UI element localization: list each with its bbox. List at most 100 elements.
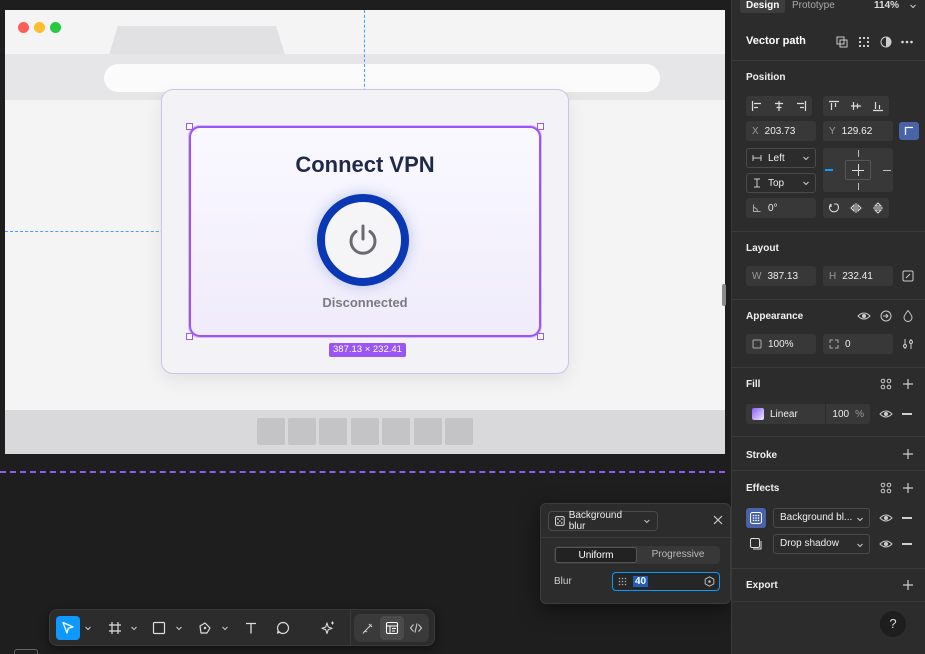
chevron-down-icon[interactable]: [221, 624, 229, 632]
height-input[interactable]: H 232.41: [823, 266, 893, 286]
drop-tint-icon[interactable]: [901, 309, 915, 323]
fill-opacity-value[interactable]: 100: [832, 409, 849, 420]
close-popup-button[interactable]: [711, 513, 725, 527]
chevron-down-icon[interactable]: [175, 624, 183, 632]
variable-hexagon-icon[interactable]: [704, 576, 715, 587]
selected-vector-path[interactable]: Connect VPN Disconnected: [189, 126, 541, 337]
blur-value-input[interactable]: 40: [612, 572, 720, 591]
add-plus-icon[interactable]: [901, 578, 915, 592]
style-grid-icon[interactable]: [879, 377, 893, 391]
align-right-button[interactable]: [790, 96, 812, 116]
blur-mode-segmented-control[interactable]: Uniform Progressive: [554, 546, 720, 564]
effect-name: Drop shadow: [780, 538, 839, 549]
frame-tool-button[interactable]: [103, 616, 127, 640]
position-section-title: Position: [746, 72, 786, 83]
constraint-bottom-line[interactable]: [858, 183, 859, 190]
draw-mode-button[interactable]: [356, 616, 380, 640]
chevron-down-icon[interactable]: [130, 624, 138, 632]
zoom-level[interactable]: 114%: [874, 0, 899, 13]
actions-ai-button[interactable]: [316, 616, 340, 640]
effect-type-select[interactable]: Background blur: [548, 510, 658, 532]
add-plus-icon[interactable]: [901, 481, 915, 495]
visibility-eye-icon[interactable]: [879, 407, 893, 421]
align-middle-button[interactable]: [845, 96, 867, 116]
mask-half-circle-icon[interactable]: [879, 35, 893, 49]
align-bottom-button[interactable]: [867, 96, 889, 116]
design-mode-button[interactable]: [380, 616, 404, 640]
component-copy-icon[interactable]: [835, 35, 849, 49]
constraints-toggle-button[interactable]: [899, 122, 919, 140]
remove-fill-button[interactable]: [902, 413, 912, 415]
flip-horizontal-button[interactable]: [845, 198, 867, 218]
width-input[interactable]: W 387.13: [746, 266, 816, 286]
x-position-input[interactable]: X 203.73: [746, 121, 816, 141]
align-top-button[interactable]: [823, 96, 845, 116]
corner-constraint-icon: [904, 126, 913, 135]
resize-handle-bottom-right[interactable]: [537, 333, 544, 340]
resize-handle-top-left[interactable]: [186, 123, 193, 130]
constraint-right-line[interactable]: [883, 170, 891, 171]
rotation-input[interactable]: 0°: [746, 198, 816, 218]
style-grid-icon[interactable]: [879, 481, 893, 495]
opacity-input[interactable]: 100%: [746, 334, 816, 354]
rectangle-tool-button[interactable]: [147, 616, 171, 640]
design-canvas[interactable]: Connect VPN Disconnected 387.13 × 232.41…: [0, 0, 731, 654]
pen-tool-button[interactable]: [193, 616, 217, 640]
progressive-tab[interactable]: Progressive: [637, 547, 719, 563]
help-button[interactable]: ?: [880, 611, 906, 637]
align-left-button[interactable]: [746, 96, 768, 116]
chevron-down-icon[interactable]: [84, 624, 92, 632]
add-plus-icon[interactable]: [901, 447, 915, 461]
constrain-proportions-icon[interactable]: [901, 269, 915, 283]
corner-radius-input[interactable]: 0: [823, 334, 893, 354]
code-brackets-icon: [409, 623, 423, 633]
resize-handle-top-right[interactable]: [537, 123, 544, 130]
remove-effect-button[interactable]: [902, 517, 912, 519]
effect-type-select[interactable]: Drop shadow: [773, 534, 870, 554]
resize-handle-bottom-left[interactable]: [186, 333, 193, 340]
y-value: 129.62: [841, 125, 873, 137]
visibility-eye-icon[interactable]: [879, 537, 893, 551]
frame-edge-handle[interactable]: [722, 284, 726, 306]
constraint-left-line[interactable]: [825, 169, 833, 171]
chevron-down-icon: [857, 517, 863, 522]
horizontal-constraint-select[interactable]: Left: [746, 148, 816, 168]
individual-corners-icon[interactable]: [901, 337, 915, 351]
constraint-top-line[interactable]: [858, 150, 859, 157]
tab-design[interactable]: Design: [740, 0, 786, 13]
constraint-center-v[interactable]: [858, 164, 859, 176]
remove-effect-button[interactable]: [902, 543, 912, 545]
y-position-input[interactable]: Y 129.62: [823, 121, 893, 141]
chevron-down-icon[interactable]: [909, 2, 917, 10]
effect-settings-button[interactable]: [746, 534, 766, 554]
tab-prototype[interactable]: Prototype: [786, 0, 841, 13]
blur-value: 40: [633, 576, 649, 587]
visibility-eye-icon[interactable]: [879, 511, 893, 525]
text-tool-button[interactable]: [239, 616, 263, 640]
power-icon: [349, 224, 377, 255]
grid-dots-icon[interactable]: [857, 35, 871, 49]
align-center-h-button[interactable]: [768, 96, 790, 116]
gradient-swatch[interactable]: [752, 408, 764, 420]
section-divider: [732, 436, 925, 437]
add-plus-icon[interactable]: [901, 377, 915, 391]
constraint-widget[interactable]: [823, 148, 893, 192]
vertical-constraint-select[interactable]: Top: [746, 173, 816, 193]
section-divider: [732, 470, 925, 471]
blend-mode-icon[interactable]: [879, 309, 893, 323]
rotate-90-button[interactable]: [823, 198, 845, 218]
fill-row[interactable]: Linear 100 %: [746, 404, 870, 424]
uniform-tab[interactable]: Uniform: [555, 547, 637, 563]
effect-type-select[interactable]: Background bl...: [773, 508, 870, 528]
effect-settings-popup[interactable]: Background blur Uniform Progressive Blur…: [540, 503, 731, 604]
comment-tool-button[interactable]: [271, 616, 295, 640]
flip-vertical-button[interactable]: [867, 198, 889, 218]
visibility-eye-icon[interactable]: [857, 309, 871, 323]
power-button[interactable]: [317, 194, 409, 286]
more-options-icon[interactable]: [900, 35, 914, 49]
sparkle-icon: [321, 621, 334, 635]
move-tool-button[interactable]: [56, 616, 80, 640]
text-t-icon: [246, 622, 256, 634]
dev-mode-button[interactable]: [404, 616, 428, 640]
effect-settings-button[interactable]: [746, 508, 766, 528]
